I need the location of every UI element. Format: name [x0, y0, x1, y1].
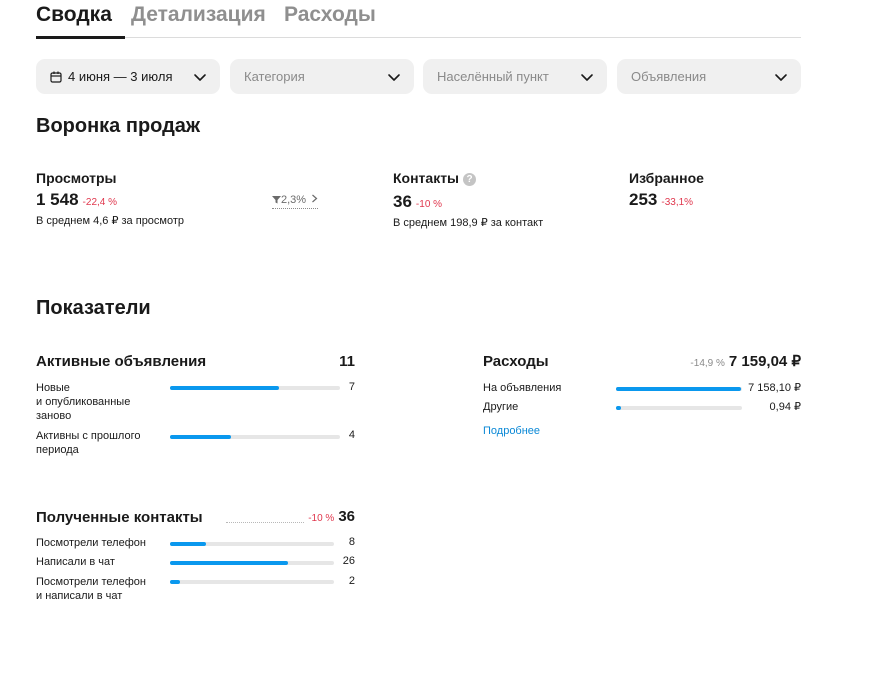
- bar-fill: [170, 542, 207, 546]
- favorites-label: Избранное: [629, 170, 704, 186]
- chevron-down-icon: [775, 73, 787, 81]
- ads-select[interactable]: Объявления: [617, 59, 801, 94]
- chevron-down-icon: [388, 73, 400, 81]
- date-range-select[interactable]: 4 июня — 3 июля: [36, 59, 220, 94]
- received-contacts-total: 36: [338, 508, 355, 525]
- location-placeholder: Населённый пункт: [437, 69, 549, 84]
- location-select[interactable]: Населённый пункт: [423, 59, 607, 94]
- tabs-divider: [36, 37, 801, 38]
- conversion-rate[interactable]: 2,3%: [272, 194, 319, 209]
- active-ads-bar: [170, 386, 340, 390]
- bar-fill: [616, 406, 622, 410]
- chevron-right-icon: [312, 194, 318, 203]
- views-label: Просмотры: [36, 170, 117, 186]
- views-average: В среднем 4,6 ₽ за просмотр: [36, 215, 185, 227]
- ads-placeholder: Объявления: [631, 69, 707, 84]
- conversion-value: 2,3%: [281, 194, 307, 206]
- category-placeholder: Категория: [244, 69, 305, 84]
- received-contacts-bar: [170, 542, 334, 546]
- chevron-down-icon: [581, 73, 593, 81]
- views-delta: -22,4 %: [82, 197, 118, 208]
- expenses-details-link[interactable]: Подробнее: [483, 425, 540, 437]
- received-contacts-delta: -10 %: [308, 513, 335, 524]
- expenses-total-row: -14,9 % 7 159,04 ₽: [600, 352, 801, 370]
- tab-details[interactable]: Детализация: [131, 3, 266, 27]
- active-ads-total: 11: [339, 353, 355, 370]
- tab-expenses[interactable]: Расходы: [284, 3, 376, 27]
- category-select[interactable]: Категория: [230, 59, 414, 94]
- bar-fill: [170, 435, 232, 439]
- contacts-metric-label: Контакты?: [393, 170, 477, 186]
- tab-summary[interactable]: Сводка: [36, 3, 112, 27]
- favorites-delta: -33,1%: [661, 197, 694, 208]
- received-contacts-row-label: Посмотрели телефон и написали в чат: [36, 576, 146, 602]
- received-contacts-row-label: Написали в чат: [36, 556, 115, 568]
- views-value: 1 548: [36, 190, 79, 209]
- bar-fill: [170, 561, 289, 565]
- contacts-label: Контакты: [393, 170, 460, 186]
- date-range-value: 4 июня — 3 июля: [68, 69, 173, 84]
- question-icon[interactable]: ?: [463, 173, 477, 186]
- contacts-delta: -10 %: [415, 199, 443, 210]
- expenses-delta: -14,9 %: [690, 358, 725, 369]
- expenses-row-value: 7 158,10 ₽: [748, 382, 801, 394]
- chevron-down-icon: [194, 73, 206, 81]
- funnel-icon: [272, 196, 281, 204]
- received-contacts-row-value: 2: [348, 575, 355, 587]
- views-metric: 1 548 -22,4 %: [36, 190, 117, 210]
- received-contacts-bar: [170, 561, 334, 565]
- active-ads-row-value: 4: [348, 429, 355, 441]
- active-ads-title: Активные объявления: [36, 353, 207, 370]
- expenses-total: 7 159,04 ₽: [728, 353, 801, 370]
- calendar-icon: [50, 71, 62, 83]
- expenses-row-label: Другие: [483, 401, 519, 413]
- received-contacts-total-row: -10 % 36: [290, 508, 355, 525]
- tab-active-indicator: [36, 36, 125, 39]
- active-ads-row-label: Активны с прошлого периода: [36, 430, 141, 456]
- active-ads-row-value: 7: [348, 381, 355, 393]
- received-contacts-row-value: 8: [348, 536, 355, 548]
- indicators-title: Показатели: [36, 297, 151, 319]
- favorites-value: 253: [629, 190, 658, 209]
- active-ads-bar: [170, 435, 340, 439]
- received-contacts-row-label: Посмотрели телефон: [36, 537, 146, 549]
- contacts-metric: 36 -10 %: [393, 192, 442, 212]
- funnel-title: Воронка продаж: [36, 115, 201, 137]
- bar-fill: [170, 580, 180, 584]
- expenses-row-value: 0,94 ₽: [769, 401, 801, 413]
- received-contacts-bar: [170, 580, 334, 584]
- contacts-value: 36: [393, 192, 412, 211]
- favorites-metric: 253 -33,1%: [629, 190, 693, 210]
- active-ads-row-label: Новые и опубликованные заново: [36, 382, 131, 422]
- received-contacts-title: Полученные контакты: [36, 509, 203, 526]
- received-contacts-row-value: 26: [342, 555, 355, 567]
- expenses-title: Расходы: [483, 353, 549, 370]
- expenses-row-label: На объявления: [483, 382, 562, 394]
- bar-fill: [170, 386, 279, 390]
- contacts-average: В среднем 198,9 ₽ за контакт: [393, 217, 544, 229]
